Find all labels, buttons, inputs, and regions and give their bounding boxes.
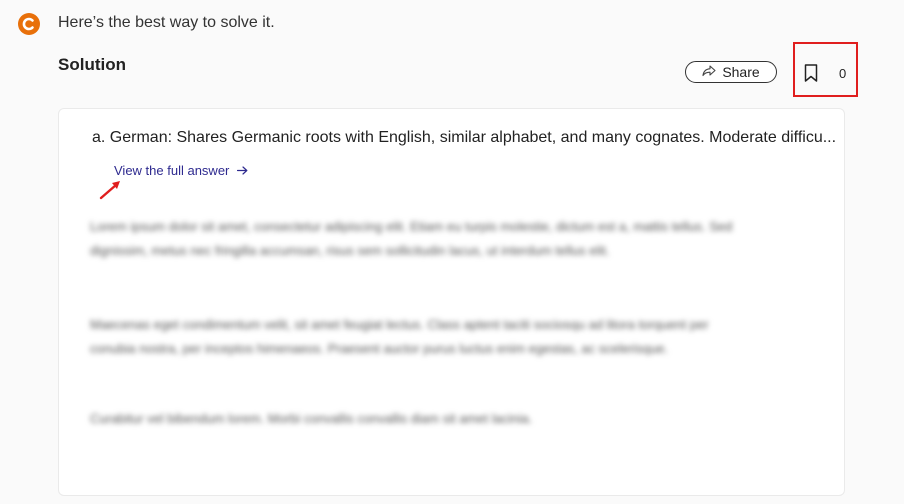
bookmark-count: 0 <box>839 66 847 81</box>
arrow-right-icon <box>237 163 248 178</box>
solution-title: Solution <box>58 55 126 74</box>
chegg-logo-icon <box>18 13 40 35</box>
intro-text: Here’s the best way to solve it. <box>58 14 275 31</box>
share-arrow-icon <box>702 64 716 80</box>
blurred-paragraph: Maecenas eget condimentum velit, sit ame… <box>90 317 709 356</box>
bookmark-icon[interactable] <box>804 64 818 87</box>
blurred-paragraph: Curabitur vel bibendum lorem. Morbi conv… <box>90 411 533 426</box>
share-label: Share <box>722 64 760 80</box>
bookmark-highlight-box: 0 <box>793 42 858 97</box>
view-full-answer-link[interactable]: View the full answer <box>114 163 248 178</box>
blurred-paragraph: Lorem ipsum dolor sit amet, consectetur … <box>90 219 733 258</box>
red-pointer-arrow-icon <box>99 181 120 200</box>
view-full-answer-label: View the full answer <box>114 163 230 178</box>
share-button[interactable]: Share <box>685 61 777 83</box>
answer-preview: a. German: Shares Germanic roots with En… <box>92 129 837 146</box>
